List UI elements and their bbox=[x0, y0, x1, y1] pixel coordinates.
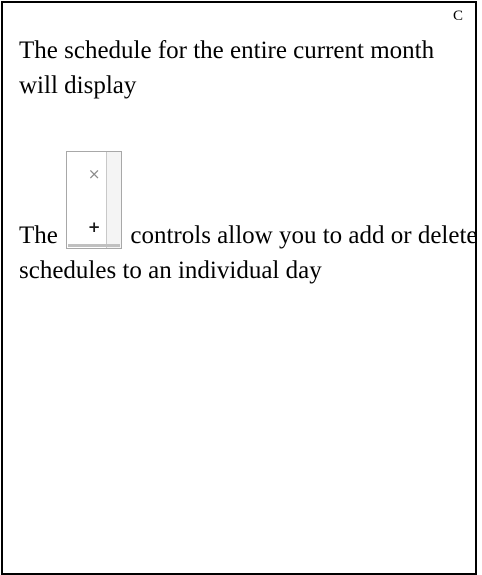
controls-divider bbox=[106, 152, 108, 248]
add-schedule-plus-icon[interactable]: + bbox=[86, 218, 102, 236]
panel-corner-label: C bbox=[452, 8, 463, 24]
instruction-lead-word: The bbox=[19, 222, 58, 249]
controls-bottom-edge bbox=[68, 244, 121, 247]
controls-scroll-track bbox=[107, 152, 122, 248]
instruction-text-month-display: The schedule for the entire current mont… bbox=[19, 37, 435, 99]
instruction-text-controls: The × + controls allow you to add or dele… bbox=[19, 151, 479, 288]
instruction-panel: C The schedule for the entire current mo… bbox=[1, 1, 479, 575]
delete-schedule-close-icon[interactable]: × bbox=[86, 165, 102, 183]
day-schedule-controls: × + bbox=[66, 151, 123, 249]
